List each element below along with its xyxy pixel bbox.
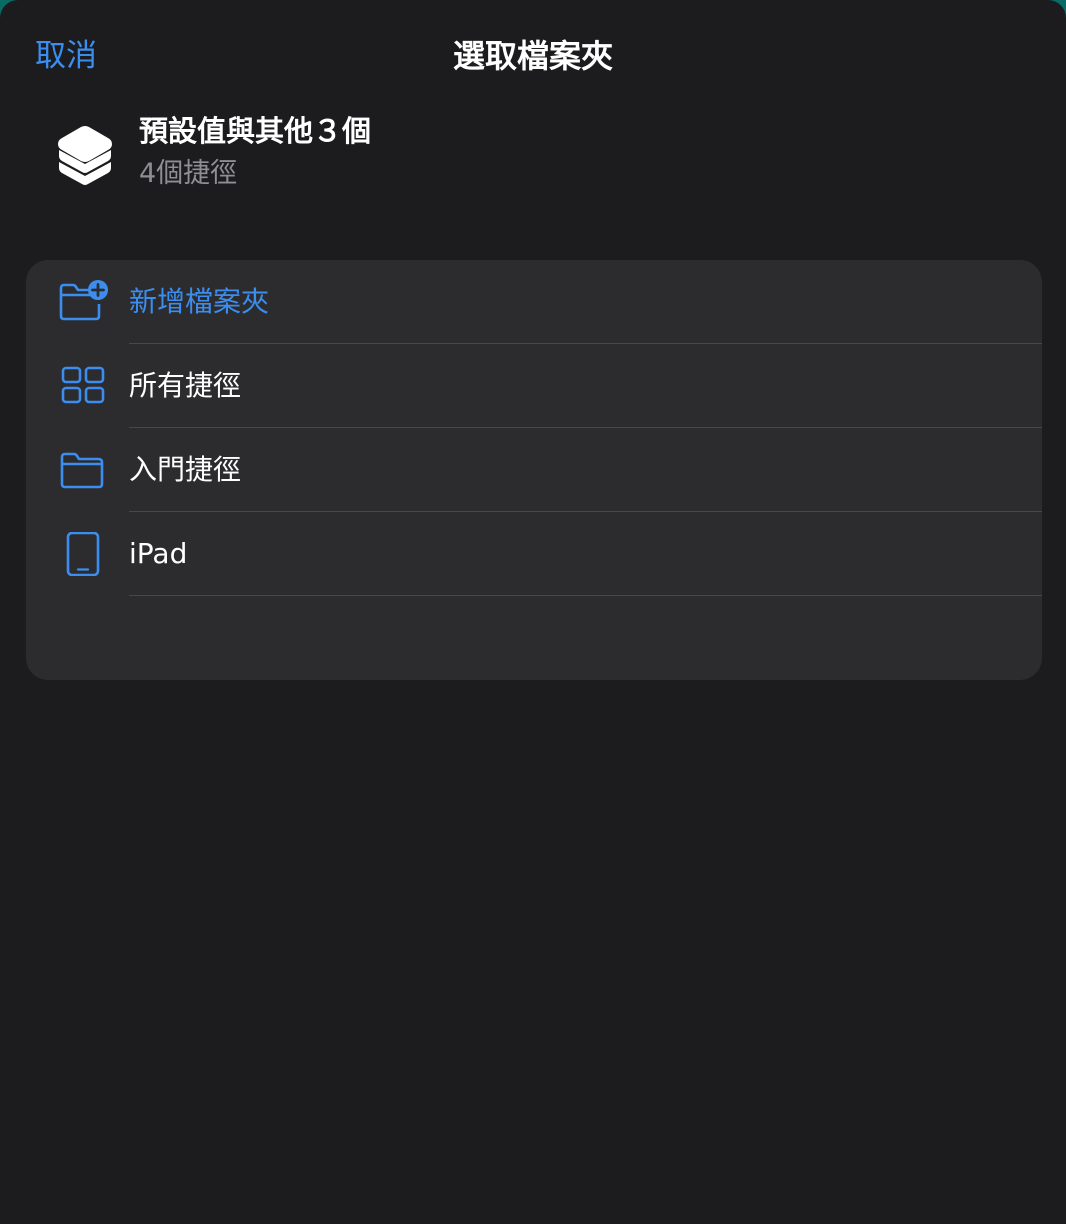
grid-icon [61,366,105,404]
list-item-new-folder[interactable]: 新增檔案夾 [26,260,1042,344]
layers-icon [58,126,112,185]
list-item-ipad[interactable]: iPad [26,512,1042,596]
list-item-label: 所有捷徑 [129,369,242,402]
list-item-label: 入門捷徑 [129,453,242,486]
list-item-label: 新增檔案夾 [129,285,270,318]
ipad-icon [66,532,100,576]
shortcut-summary: 預設值與其他３個 4個捷徑 [56,110,956,200]
shortcut-summary-count: 4個捷徑 [139,158,238,189]
list-separator [129,595,1042,596]
list-item-starter-shortcuts[interactable]: 入門捷徑 [26,428,1042,512]
folder-icon [60,452,104,489]
folder-picker-sheet: 取消 選取檔案夾 預設值與其他３個 4個捷徑 新增檔案夾 所有捷徑 入門捷徑 i… [0,0,1066,1224]
navigation-bar: 取消 選取檔案夾 [0,0,1066,110]
shortcut-summary-title: 預設值與其他３個 [139,114,372,148]
list-item-label: iPad [129,537,188,570]
folder-list: 新增檔案夾 所有捷徑 入門捷徑 iPad [26,260,1042,680]
page-title: 選取檔案夾 [452,37,613,75]
folder-plus-icon [59,280,108,321]
list-item-all-shortcuts[interactable]: 所有捷徑 [26,344,1042,428]
